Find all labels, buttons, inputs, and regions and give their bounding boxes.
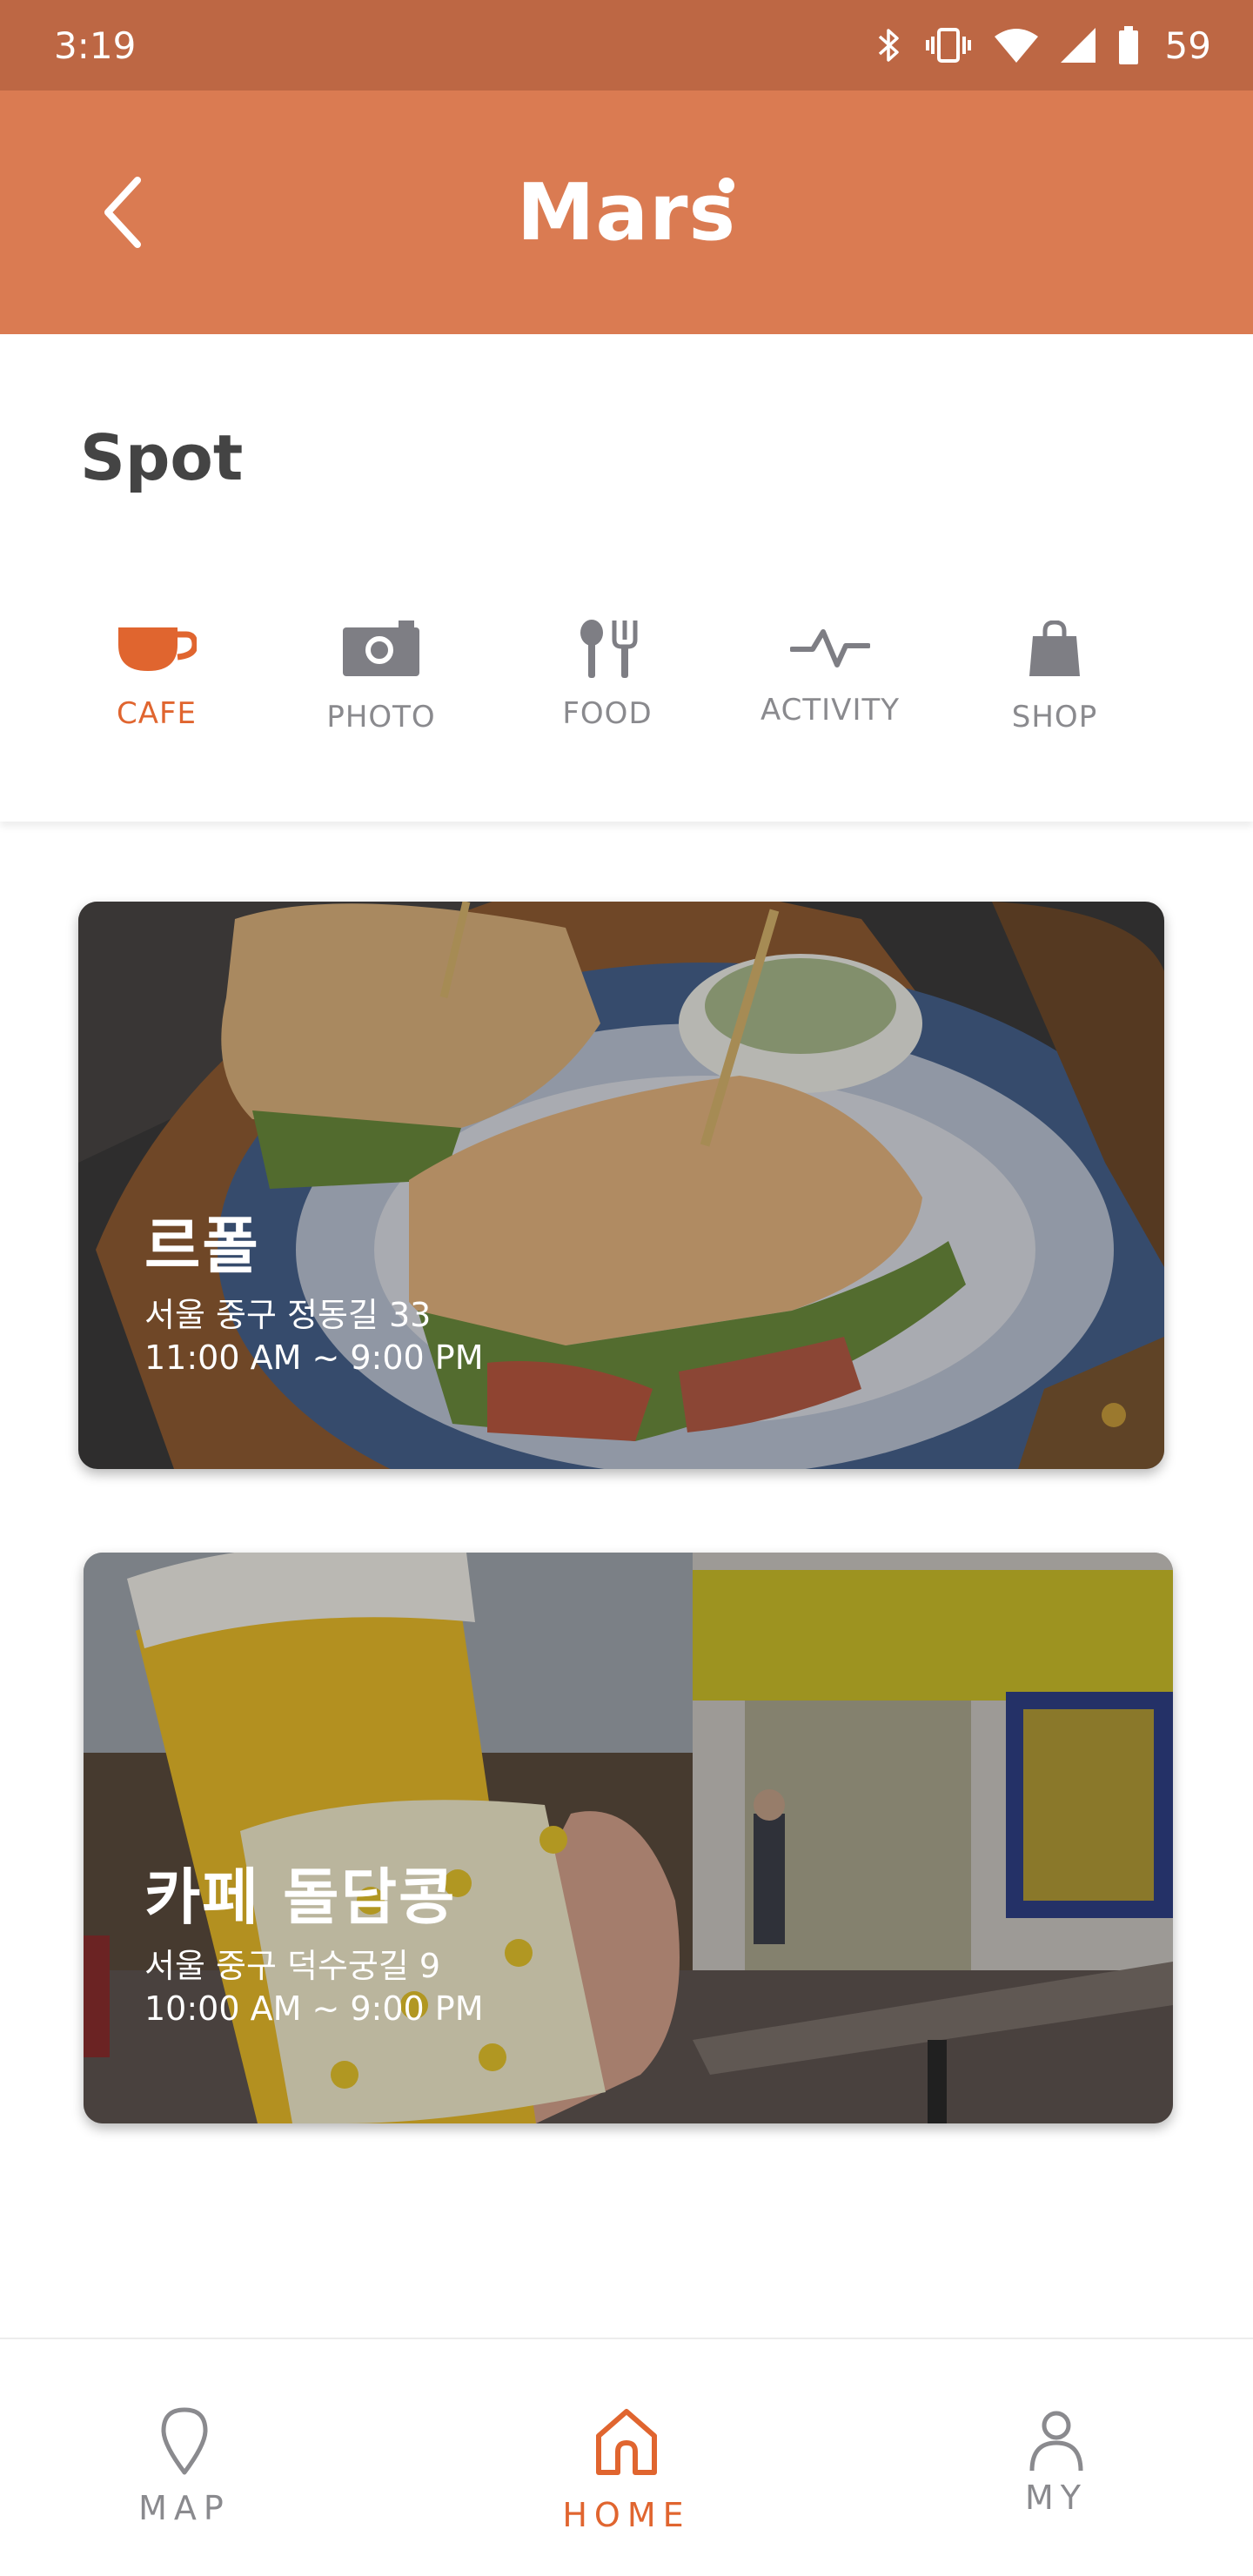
nav-home[interactable]: HOME: [487, 2339, 766, 2576]
nav-map[interactable]: MAP: [45, 2339, 324, 2576]
place-hours: 10:00 AM ~ 9:00 PM: [144, 1989, 484, 2028]
nav-label: MY: [1025, 2479, 1088, 2517]
pulse-icon: [789, 627, 871, 674]
tab-activity[interactable]: ACTIVITY: [726, 611, 935, 741]
person-icon: [1029, 2410, 1084, 2476]
place-card[interactable]: 카페 돌담콩 서울 중구 덕수궁길 9 10:00 AM ~ 9:00 PM: [84, 1553, 1173, 2123]
tab-label: PHOTO: [326, 700, 436, 735]
camera-icon: [341, 621, 421, 680]
wifi-icon: [994, 28, 1038, 63]
app-title: Mars: [516, 167, 737, 258]
tab-label: FOOD: [562, 696, 653, 731]
screen: 3:19 59 Mars Spot CAFE PHOTO FOOD ACTIVI…: [0, 0, 1253, 2576]
shopping-bag-icon: [1028, 620, 1082, 680]
coffee-cup-icon: [117, 622, 198, 678]
nav-label: HOME: [562, 2496, 691, 2534]
nav-label: MAP: [138, 2489, 231, 2527]
signal-icon: [1060, 28, 1096, 63]
place-card[interactable]: 르폴 서울 중구 정동길 33 11:00 AM ~ 9:00 PM: [78, 902, 1164, 1469]
tab-label: CAFE: [116, 696, 198, 731]
status-icons: 59: [876, 24, 1211, 67]
app-bar: Mars: [0, 91, 1253, 334]
nav-my[interactable]: MY: [917, 2339, 1196, 2576]
place-address: 서울 중구 덕수궁길 9: [144, 1947, 441, 1985]
battery-icon: [1118, 26, 1139, 64]
tab-food[interactable]: FOOD: [503, 611, 712, 741]
home-icon: [593, 2406, 660, 2479]
bluetooth-icon: [876, 26, 902, 64]
category-tabs: CAFE PHOTO FOOD ACTIVITY SHOP: [52, 611, 1201, 741]
map-pin-icon: [160, 2406, 209, 2479]
place-name: 카페 돌담콩: [144, 1862, 457, 1933]
status-bar: 3:19 59: [0, 0, 1253, 91]
utensils-icon: [576, 619, 639, 681]
section-title: Spot: [80, 421, 244, 494]
vibrate-icon: [925, 26, 972, 64]
status-time: 3:19: [54, 23, 137, 67]
spot-panel: Spot CAFE PHOTO FOOD ACTIVITY SHOP: [0, 334, 1253, 822]
bottom-nav: MAP HOME MY: [0, 2338, 1253, 2576]
tab-label: ACTIVITY: [760, 693, 901, 728]
battery-level: 59: [1164, 23, 1211, 67]
place-address: 서울 중구 정동길 33: [144, 1296, 432, 1334]
place-hours: 11:00 AM ~ 9:00 PM: [144, 1338, 484, 1377]
place-name: 르폴: [144, 1211, 260, 1282]
tab-label: SHOP: [1011, 700, 1098, 735]
tab-cafe[interactable]: CAFE: [52, 611, 261, 741]
logo-dot: [719, 178, 734, 193]
tab-shop[interactable]: SHOP: [950, 611, 1159, 741]
tab-photo[interactable]: PHOTO: [277, 611, 486, 741]
